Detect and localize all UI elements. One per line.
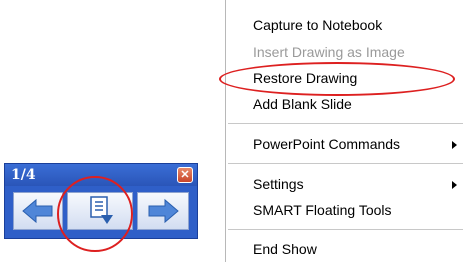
menu-item-end-show[interactable]: End Show	[226, 238, 463, 262]
menu-item-label: Settings	[253, 176, 304, 192]
menu-item-label: Capture to Notebook	[253, 17, 383, 33]
menu-item-label: Add Blank Slide	[253, 96, 352, 112]
submenu-arrow-icon	[452, 141, 457, 149]
menu-separator	[228, 163, 463, 164]
menu-separator	[228, 123, 463, 124]
menu-separator	[228, 229, 463, 230]
page-indicator: 1/4	[11, 167, 36, 183]
menu-item-label: SMART Floating Tools	[253, 202, 392, 218]
menu-item-capture-to-notebook[interactable]: Capture to Notebook	[226, 14, 463, 38]
left-arrow-icon	[22, 198, 53, 224]
menu-item-add-blank-slide[interactable]: Add Blank Slide	[226, 93, 463, 117]
context-menu: Capture to Notebook Insert Drawing as Im…	[225, 0, 463, 262]
menu-item-label: PowerPoint Commands	[253, 136, 401, 152]
menu-item-powerpoint-commands[interactable]: PowerPoint Commands	[226, 133, 463, 157]
menu-item-label: Insert Drawing as Image	[253, 44, 405, 60]
menu-item-label: End Show	[253, 241, 317, 257]
highlight-circle-menu-button	[57, 176, 133, 252]
menu-item-smart-floating-tools[interactable]: SMART Floating Tools	[226, 199, 463, 223]
highlight-circle-restore-drawing	[219, 62, 455, 96]
next-slide-button[interactable]	[137, 192, 189, 230]
menu-item-settings[interactable]: Settings	[226, 173, 463, 197]
previous-slide-button[interactable]	[13, 192, 63, 230]
close-button[interactable]: ✕	[177, 167, 193, 183]
right-arrow-icon	[148, 198, 179, 224]
submenu-arrow-icon	[452, 181, 457, 189]
